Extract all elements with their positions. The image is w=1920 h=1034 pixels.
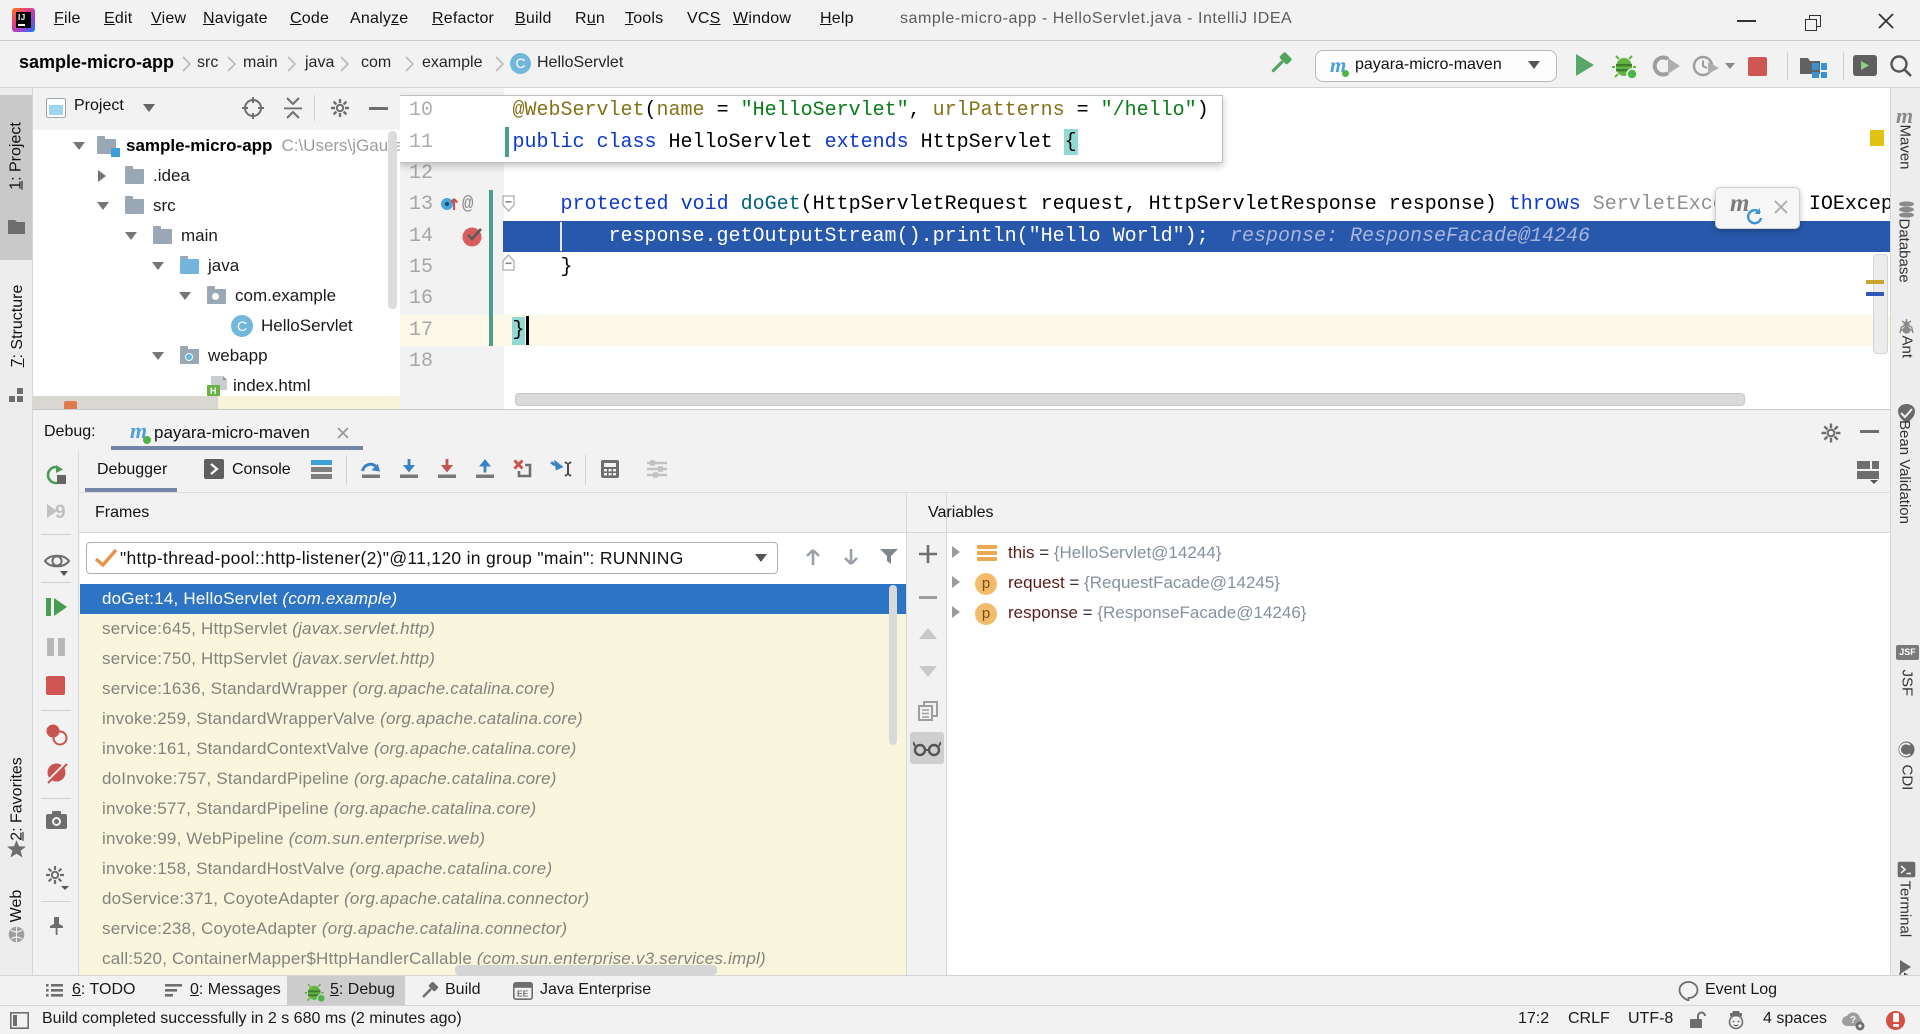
svg-text:9: 9 [55, 502, 66, 522]
svg-text:H: H [210, 386, 217, 396]
svg-text:EE: EE [517, 989, 529, 999]
svg-text:?: ? [1850, 1015, 1856, 1026]
